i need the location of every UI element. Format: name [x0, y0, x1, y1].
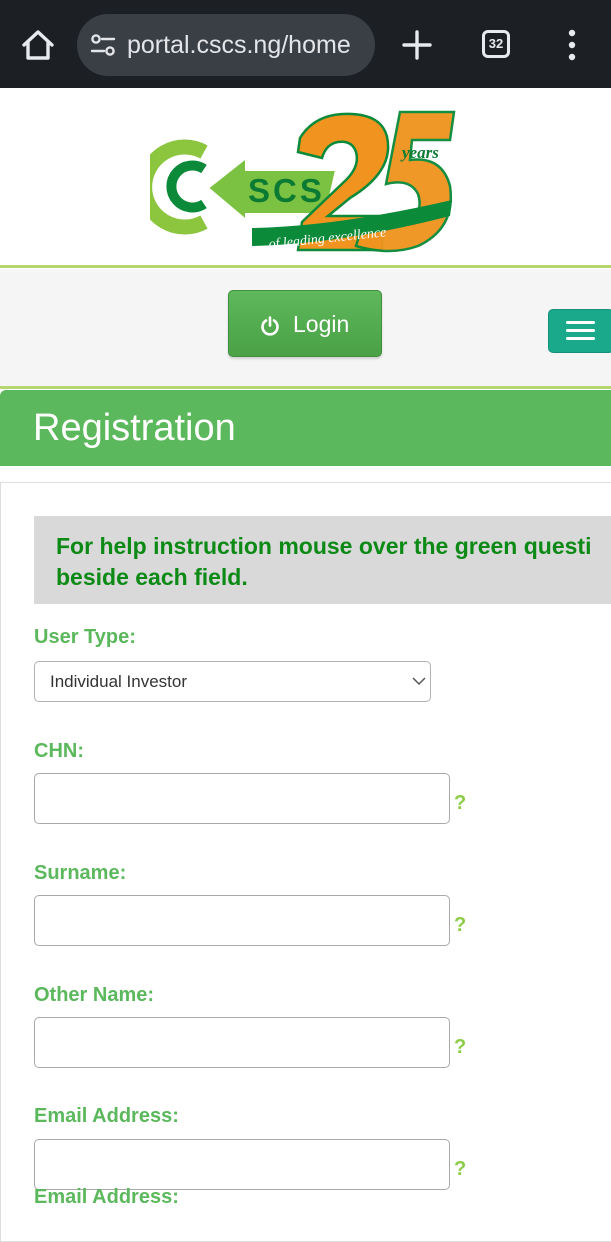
- logo-years-text: years: [400, 143, 439, 162]
- chevron-down-icon: [412, 677, 426, 686]
- email-label: Email Address:: [34, 1105, 179, 1127]
- site-header: SCS years of leading excellence: [0, 88, 611, 266]
- site-settings-icon[interactable]: [90, 33, 116, 57]
- header-divider: [0, 265, 611, 268]
- browser-toolbar: portal.cscs.ng/home 32: [0, 0, 611, 88]
- surname-label: Surname:: [34, 862, 127, 884]
- hamburger-menu-button[interactable]: [548, 309, 611, 353]
- other-name-label: Other Name:: [34, 984, 155, 1006]
- chn-label: CHN:: [34, 740, 84, 762]
- other-name-input[interactable]: [34, 1017, 450, 1068]
- url-text: portal.cscs.ng/home: [127, 31, 351, 59]
- hamburger-icon-bar: [566, 337, 595, 340]
- nav-bar: Login: [0, 269, 611, 386]
- help-notice-text: For help instruction mouse over the gree…: [56, 531, 611, 593]
- registration-form: For help instruction mouse over the gree…: [0, 482, 611, 1242]
- user-type-selected-value: Individual Investor: [50, 672, 188, 691]
- help-notice-line-2: beside each field.: [56, 564, 248, 590]
- home-icon[interactable]: [18, 25, 58, 65]
- logo-scs-text: SCS: [248, 172, 325, 209]
- page-title: Registration: [33, 407, 236, 449]
- hamburger-icon-bar: [566, 321, 595, 324]
- login-button-label: Login: [293, 311, 350, 337]
- surname-help-icon[interactable]: ?: [454, 913, 466, 937]
- email-input[interactable]: [34, 1139, 450, 1190]
- login-button[interactable]: Login: [228, 290, 382, 357]
- help-notice-line-1: For help instruction mouse over the gree…: [56, 533, 592, 559]
- tab-switcher-button[interactable]: 32: [482, 30, 510, 58]
- user-type-select[interactable]: Individual Investor: [34, 661, 431, 702]
- email-help-icon[interactable]: ?: [454, 1157, 466, 1181]
- address-bar[interactable]: portal.cscs.ng/home: [77, 14, 375, 76]
- hamburger-icon-bar: [566, 329, 595, 332]
- confirm-email-label: Email Address:: [34, 1186, 179, 1208]
- help-notice: For help instruction mouse over the gree…: [34, 516, 611, 604]
- nav-divider: [0, 386, 611, 389]
- plus-icon[interactable]: [400, 28, 434, 62]
- power-icon: [261, 316, 279, 336]
- surname-input[interactable]: [34, 895, 450, 946]
- user-type-label: User Type:: [34, 626, 136, 648]
- more-vert-icon[interactable]: [560, 28, 584, 62]
- cscs-25-years-logo[interactable]: SCS years of leading excellence: [150, 104, 460, 260]
- chn-input[interactable]: [34, 773, 450, 824]
- other-name-help-icon[interactable]: ?: [454, 1035, 466, 1059]
- registration-banner: Registration: [0, 390, 611, 466]
- chn-help-icon[interactable]: ?: [454, 791, 466, 815]
